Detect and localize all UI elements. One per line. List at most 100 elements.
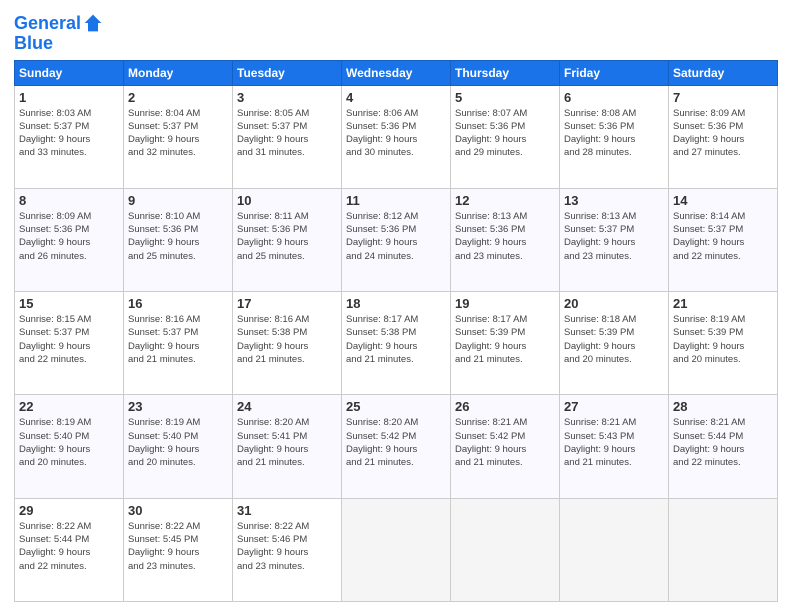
day-number: 25 — [346, 399, 446, 414]
day-info: Sunrise: 8:16 AM Sunset: 5:37 PM Dayligh… — [128, 313, 228, 366]
calendar-cell: 10 Sunrise: 8:11 AM Sunset: 5:36 PM Dayli… — [233, 188, 342, 291]
day-number: 27 — [564, 399, 664, 414]
day-info: Sunrise: 8:17 AM Sunset: 5:38 PM Dayligh… — [346, 313, 446, 366]
calendar-header-friday: Friday — [560, 60, 669, 85]
day-info: Sunrise: 8:21 AM Sunset: 5:42 PM Dayligh… — [455, 416, 555, 469]
day-number: 28 — [673, 399, 773, 414]
calendar-cell: 14 Sunrise: 8:14 AM Sunset: 5:37 PM Dayli… — [669, 188, 778, 291]
calendar-cell: 8 Sunrise: 8:09 AM Sunset: 5:36 PM Daylig… — [15, 188, 124, 291]
calendar-cell: 24 Sunrise: 8:20 AM Sunset: 5:41 PM Dayli… — [233, 395, 342, 498]
day-number: 14 — [673, 193, 773, 208]
calendar-header-sunday: Sunday — [15, 60, 124, 85]
calendar-cell: 22 Sunrise: 8:19 AM Sunset: 5:40 PM Dayli… — [15, 395, 124, 498]
calendar-cell: 26Sunrise: 8:21 AM Sunset: 5:42 PM Dayli… — [451, 395, 560, 498]
day-info: Sunrise: 8:07 AM Sunset: 5:36 PM Dayligh… — [455, 107, 555, 160]
day-info: Sunrise: 8:19 AM Sunset: 5:39 PM Dayligh… — [673, 313, 773, 366]
calendar-header-thursday: Thursday — [451, 60, 560, 85]
day-info: Sunrise: 8:03 AM Sunset: 5:37 PM Dayligh… — [19, 107, 119, 160]
day-info: Sunrise: 8:15 AM Sunset: 5:37 PM Dayligh… — [19, 313, 119, 366]
logo: General Blue — [14, 14, 103, 54]
day-number: 6 — [564, 90, 664, 105]
day-number: 12 — [455, 193, 555, 208]
day-info: Sunrise: 8:13 AM Sunset: 5:37 PM Dayligh… — [564, 210, 664, 263]
day-number: 5 — [455, 90, 555, 105]
calendar-header-wednesday: Wednesday — [342, 60, 451, 85]
calendar-cell: 4 Sunrise: 8:06 AM Sunset: 5:36 PM Daylig… — [342, 85, 451, 188]
calendar-cell: 18Sunrise: 8:17 AM Sunset: 5:38 PM Dayli… — [342, 292, 451, 395]
calendar-cell — [669, 498, 778, 601]
calendar-week-3: 15 Sunrise: 8:15 AM Sunset: 5:37 PM Dayli… — [15, 292, 778, 395]
calendar-cell: 12 Sunrise: 8:13 AM Sunset: 5:36 PM Dayli… — [451, 188, 560, 291]
day-number: 11 — [346, 193, 446, 208]
day-info: Sunrise: 8:18 AM Sunset: 5:39 PM Dayligh… — [564, 313, 664, 366]
calendar-header-monday: Monday — [124, 60, 233, 85]
day-info: Sunrise: 8:13 AM Sunset: 5:36 PM Dayligh… — [455, 210, 555, 263]
day-number: 8 — [19, 193, 119, 208]
calendar-cell: 17Sunrise: 8:16 AM Sunset: 5:38 PM Dayli… — [233, 292, 342, 395]
day-number: 21 — [673, 296, 773, 311]
day-number: 7 — [673, 90, 773, 105]
day-info: Sunrise: 8:04 AM Sunset: 5:37 PM Dayligh… — [128, 107, 228, 160]
day-info: Sunrise: 8:10 AM Sunset: 5:36 PM Dayligh… — [128, 210, 228, 263]
header: General Blue — [14, 10, 778, 54]
logo-text: General — [14, 14, 81, 34]
day-info: Sunrise: 8:09 AM Sunset: 5:36 PM Dayligh… — [19, 210, 119, 263]
day-info: Sunrise: 8:12 AM Sunset: 5:36 PM Dayligh… — [346, 210, 446, 263]
page: General Blue SundayMondayTuesdayWednesda… — [0, 0, 792, 612]
day-number: 16 — [128, 296, 228, 311]
calendar-header-saturday: Saturday — [669, 60, 778, 85]
day-number: 10 — [237, 193, 337, 208]
day-number: 1 — [19, 90, 119, 105]
day-info: Sunrise: 8:20 AM Sunset: 5:41 PM Dayligh… — [237, 416, 337, 469]
calendar-cell: 7 Sunrise: 8:09 AM Sunset: 5:36 PM Daylig… — [669, 85, 778, 188]
day-number: 9 — [128, 193, 228, 208]
day-info: Sunrise: 8:11 AM Sunset: 5:36 PM Dayligh… — [237, 210, 337, 263]
day-info: Sunrise: 8:14 AM Sunset: 5:37 PM Dayligh… — [673, 210, 773, 263]
day-number: 15 — [19, 296, 119, 311]
day-info: Sunrise: 8:08 AM Sunset: 5:36 PM Dayligh… — [564, 107, 664, 160]
day-number: 29 — [19, 503, 119, 518]
day-info: Sunrise: 8:21 AM Sunset: 5:43 PM Dayligh… — [564, 416, 664, 469]
calendar-cell — [560, 498, 669, 601]
day-info: Sunrise: 8:19 AM Sunset: 5:40 PM Dayligh… — [19, 416, 119, 469]
day-info: Sunrise: 8:17 AM Sunset: 5:39 PM Dayligh… — [455, 313, 555, 366]
logo-blue: Blue — [14, 34, 103, 54]
day-number: 19 — [455, 296, 555, 311]
calendar-week-1: 1 Sunrise: 8:03 AM Sunset: 5:37 PM Daylig… — [15, 85, 778, 188]
day-info: Sunrise: 8:09 AM Sunset: 5:36 PM Dayligh… — [673, 107, 773, 160]
day-number: 4 — [346, 90, 446, 105]
calendar: SundayMondayTuesdayWednesdayThursdayFrid… — [14, 60, 778, 602]
day-number: 3 — [237, 90, 337, 105]
day-number: 2 — [128, 90, 228, 105]
calendar-cell: 30Sunrise: 8:22 AM Sunset: 5:45 PM Dayli… — [124, 498, 233, 601]
day-number: 22 — [19, 399, 119, 414]
calendar-cell: 23 Sunrise: 8:19 AM Sunset: 5:40 PM Dayli… — [124, 395, 233, 498]
calendar-cell: 2 Sunrise: 8:04 AM Sunset: 5:37 PM Daylig… — [124, 85, 233, 188]
calendar-cell: 25Sunrise: 8:20 AM Sunset: 5:42 PM Dayli… — [342, 395, 451, 498]
day-info: Sunrise: 8:05 AM Sunset: 5:37 PM Dayligh… — [237, 107, 337, 160]
day-info: Sunrise: 8:06 AM Sunset: 5:36 PM Dayligh… — [346, 107, 446, 160]
calendar-cell: 29Sunrise: 8:22 AM Sunset: 5:44 PM Dayli… — [15, 498, 124, 601]
day-number: 24 — [237, 399, 337, 414]
calendar-cell: 28 Sunrise: 8:21 AM Sunset: 5:44 PM Dayli… — [669, 395, 778, 498]
day-info: Sunrise: 8:22 AM Sunset: 5:45 PM Dayligh… — [128, 520, 228, 573]
day-info: Sunrise: 8:22 AM Sunset: 5:46 PM Dayligh… — [237, 520, 337, 573]
calendar-header-tuesday: Tuesday — [233, 60, 342, 85]
day-info: Sunrise: 8:21 AM Sunset: 5:44 PM Dayligh… — [673, 416, 773, 469]
calendar-cell: 31 Sunrise: 8:22 AM Sunset: 5:46 PM Dayli… — [233, 498, 342, 601]
calendar-cell: 20Sunrise: 8:18 AM Sunset: 5:39 PM Dayli… — [560, 292, 669, 395]
calendar-cell: 9 Sunrise: 8:10 AM Sunset: 5:36 PM Daylig… — [124, 188, 233, 291]
calendar-cell: 11 Sunrise: 8:12 AM Sunset: 5:36 PM Dayli… — [342, 188, 451, 291]
day-info: Sunrise: 8:19 AM Sunset: 5:40 PM Dayligh… — [128, 416, 228, 469]
calendar-cell: 16 Sunrise: 8:16 AM Sunset: 5:37 PM Dayli… — [124, 292, 233, 395]
calendar-header-row: SundayMondayTuesdayWednesdayThursdayFrid… — [15, 60, 778, 85]
logo-icon — [83, 13, 103, 33]
calendar-cell: 6 Sunrise: 8:08 AM Sunset: 5:36 PM Daylig… — [560, 85, 669, 188]
day-info: Sunrise: 8:16 AM Sunset: 5:38 PM Dayligh… — [237, 313, 337, 366]
calendar-week-5: 29Sunrise: 8:22 AM Sunset: 5:44 PM Dayli… — [15, 498, 778, 601]
calendar-week-2: 8 Sunrise: 8:09 AM Sunset: 5:36 PM Daylig… — [15, 188, 778, 291]
calendar-cell: 21 Sunrise: 8:19 AM Sunset: 5:39 PM Dayli… — [669, 292, 778, 395]
day-number: 31 — [237, 503, 337, 518]
day-number: 23 — [128, 399, 228, 414]
calendar-cell: 27 Sunrise: 8:21 AM Sunset: 5:43 PM Dayli… — [560, 395, 669, 498]
